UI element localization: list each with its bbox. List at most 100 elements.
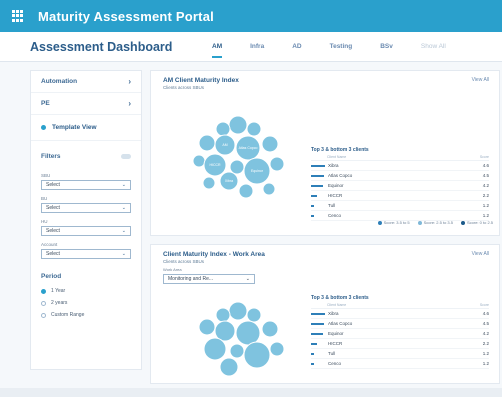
radio-selected-icon — [41, 288, 46, 294]
filters-toggle[interactable] — [121, 153, 131, 159]
client-name: Atlas Copco — [328, 321, 353, 326]
select-value: Select — [46, 205, 60, 211]
select-value: Monitoring and Re... — [168, 276, 214, 282]
bubble[interactable] — [238, 183, 254, 199]
client-score: 1.2 — [482, 203, 489, 208]
app-grid-icon[interactable] — [12, 10, 24, 22]
client-score: 1.2 — [482, 361, 489, 366]
legend-item: Score: 0 to 2.5 — [460, 220, 493, 225]
table-row[interactable]: Atlas Copco 4.5 — [311, 319, 489, 329]
bubble[interactable] — [262, 182, 276, 196]
bubble[interactable] — [261, 135, 279, 153]
column-header: Score — [479, 155, 489, 159]
bubble-label: Xibra — [225, 179, 233, 183]
bu-select[interactable]: Select ⌄ — [41, 203, 131, 213]
table-row[interactable]: Xibra 4.6 — [311, 309, 489, 319]
filter-sbu: SBU Select ⌄ — [31, 173, 141, 190]
bubble[interactable] — [229, 343, 245, 359]
bubble-label: AM — [222, 143, 227, 147]
table-row[interactable]: Tull 1.2 — [311, 349, 489, 359]
table-row[interactable]: Cenco 1.2 — [311, 359, 489, 369]
table-row[interactable]: Xibra 4.6 — [311, 161, 489, 171]
chevron-right-icon: › — [128, 77, 131, 86]
period-option-custom-range[interactable]: Custom Range — [41, 312, 131, 318]
tab-bsv[interactable]: BSv — [366, 32, 407, 62]
view-all-link[interactable]: View All — [472, 251, 489, 257]
table-row[interactable]: Equinor 4.2 — [311, 329, 489, 339]
bubble[interactable] — [246, 121, 262, 137]
bubble[interactable] — [269, 341, 285, 357]
bubble[interactable] — [215, 307, 231, 323]
card-subtitle: Clients across SBUs — [163, 259, 205, 264]
client-score: 4.2 — [482, 183, 489, 188]
work-area-maturity-card: Client Maturity Index - Work Area Client… — [150, 244, 500, 384]
radio-label: Custom Range — [51, 312, 85, 318]
sidebar-item-label: PE — [41, 100, 50, 107]
table-row[interactable]: Atlas Copco 4.5 — [311, 171, 489, 181]
client-score: 4.5 — [482, 321, 489, 326]
table-row[interactable]: Equinor 4.2 — [311, 181, 489, 191]
table-row[interactable]: Tull 1.2 — [311, 201, 489, 211]
legend-item: Score: 2.5 to 3.5 — [417, 220, 453, 225]
client-name: Cenco — [328, 213, 342, 218]
tab-show-all[interactable]: Show All — [407, 32, 460, 62]
am-client-maturity-card: AM Client Maturity Index Clients across … — [150, 70, 500, 236]
chevron-down-icon: ⌄ — [121, 182, 126, 188]
sidebar-item-label: Automation — [41, 78, 78, 85]
filter-label: BU — [41, 196, 48, 201]
client-name: Xibra — [328, 163, 339, 168]
filter-label: SBU — [41, 173, 51, 178]
bubble[interactable] — [269, 156, 285, 172]
bubble-label: HICCR — [209, 163, 221, 167]
period-option-1-year[interactable]: 1 Year — [41, 288, 131, 294]
client-name: Tull — [328, 203, 336, 208]
bubble[interactable] — [229, 159, 245, 175]
table-row[interactable]: HICCR 2.2 — [311, 339, 489, 349]
client-score: 4.6 — [482, 163, 489, 168]
page-title: Assessment Dashboard — [30, 39, 173, 54]
client-score: 4.2 — [482, 331, 489, 336]
app-title: Maturity Assessment Portal — [38, 8, 214, 24]
client-name: Equinor — [328, 331, 344, 336]
work-area-select[interactable]: Monitoring and Re... ⌄ — [163, 274, 255, 284]
bubble[interactable] — [228, 301, 248, 321]
bubble[interactable] — [202, 176, 216, 190]
tab-am[interactable]: AM — [198, 32, 236, 62]
card-title: Client Maturity Index - Work Area — [163, 251, 265, 258]
bubble[interactable] — [215, 121, 231, 137]
radio-icon — [41, 300, 46, 306]
column-header: Client Name — [327, 155, 347, 159]
tab-testing[interactable]: Testing — [316, 32, 367, 62]
view-all-link[interactable]: View All — [472, 77, 489, 83]
hu-select[interactable]: Select ⌄ — [41, 226, 131, 236]
period-option-2-years[interactable]: 2 years — [41, 300, 131, 306]
filter-sidebar: Automation › PE › Template View Filters … — [30, 70, 142, 370]
bubble[interactable] — [243, 341, 271, 369]
bubble[interactable] — [261, 320, 279, 338]
bubble[interactable] — [228, 115, 248, 135]
tab-infra[interactable]: Infra — [236, 32, 278, 62]
table-row[interactable]: HICCR 2.2 — [311, 191, 489, 201]
bubble-label: Atlas Copco — [239, 146, 258, 150]
sidebar-item-pe[interactable]: PE › — [31, 93, 141, 115]
bubble[interactable] — [198, 134, 216, 152]
sidebar-item-automation[interactable]: Automation › — [31, 71, 141, 93]
top-bottom-table: Top 3 & bottom 3 clients Client Name Sco… — [311, 147, 489, 221]
bubble[interactable] — [198, 318, 216, 336]
template-view-toggle[interactable]: Template View — [31, 115, 141, 141]
bubble[interactable] — [203, 337, 227, 361]
bubble[interactable] — [235, 320, 261, 346]
chevron-down-icon: ⌄ — [121, 228, 126, 234]
bubble[interactable] — [246, 307, 262, 323]
filter-bu: BU Select ⌄ — [31, 196, 141, 213]
client-name: Tull — [328, 351, 336, 356]
select-value: Select — [46, 251, 60, 257]
chevron-right-icon: › — [128, 99, 131, 108]
tab-ad[interactable]: AD — [278, 32, 315, 62]
sbu-select[interactable]: Select ⌄ — [41, 180, 131, 190]
account-select[interactable]: Select ⌄ — [41, 249, 131, 259]
bubble[interactable] — [192, 154, 206, 168]
bubble[interactable] — [219, 357, 239, 377]
filter-label: Account — [41, 242, 58, 247]
filter-account: Account Select ⌄ — [31, 242, 141, 259]
